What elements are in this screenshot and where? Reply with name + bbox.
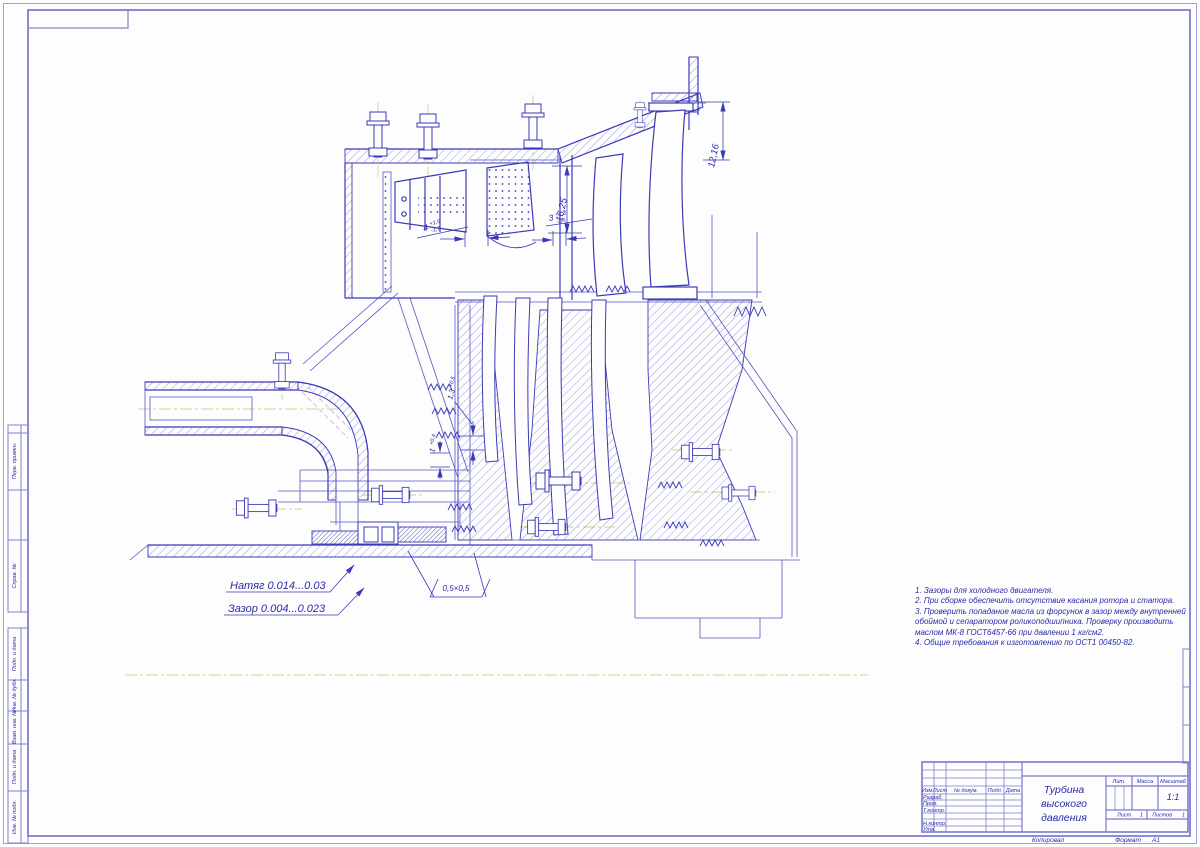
technical-notes: 1. Зазоры для холодного двигателя. 2. Пр… — [915, 586, 1191, 648]
drawing-sheet: Перв. примен. Справ. № Подп. и дата Инв.… — [0, 0, 1200, 847]
stamp-podp-data-2: Подп. и дата — [12, 750, 18, 784]
turbine-section-drawing: 12,16 16,25 3 +1,3 -1,5 4 +1,5 -1,7 1,3 … — [125, 57, 868, 675]
footer-format-value: А1 — [1151, 837, 1160, 844]
footer-copied: Копировал — [1032, 837, 1065, 844]
note-line: обоймой и сепаратором роликоподшипника. … — [915, 617, 1191, 627]
footer-strip: Копировал Формат А1 — [1032, 837, 1161, 844]
roller-bearing — [358, 522, 398, 544]
tb-row-utv: Утв. — [922, 827, 936, 833]
tb-scale-value: 1:1 — [1167, 792, 1180, 802]
dimension-1-tol: 1 +0,4 — [427, 434, 441, 454]
note-line: маслом МК-8 ГОСТ6457-66 при давлении 1 к… — [915, 628, 1191, 638]
tb-col-podp: Подп. — [988, 788, 1003, 794]
stamp-inv-dubl: Инв. № дубл. — [12, 678, 18, 712]
tb-col-list: Лист — [932, 788, 948, 794]
tb-sheets-label: Листов — [1151, 813, 1172, 819]
stamp-vzam-inv: Взам. инв. № — [12, 710, 18, 744]
tb-col-data: Дата — [1005, 788, 1021, 794]
note-line: 1. Зазоры для холодного двигателя. — [915, 586, 1191, 596]
cad-canvas: Перв. примен. Справ. № Подп. и дата Инв.… — [0, 0, 1200, 847]
footer-format-label: Формат — [1115, 837, 1141, 844]
stamp-sprav-no: Справ. № — [12, 563, 18, 588]
svg-text:+0,6: +0,6 — [448, 375, 457, 388]
svg-text:3: 3 — [548, 212, 554, 223]
tb-mass-label: Масса — [1137, 779, 1153, 785]
dimension-12-16: 12,16 — [706, 142, 722, 168]
tb-scale-label: Масштаб — [1160, 779, 1187, 785]
drawing-title: Турбина высокого давления — [1023, 778, 1105, 830]
tb-col-doc: № докум. — [954, 788, 978, 794]
dimension-3-tol: 3 +1,3 -1,5 — [548, 210, 568, 225]
natyag-annotation: Натяг 0.014...0.03 — [230, 580, 326, 592]
tb-sheet-label: Лист — [1116, 813, 1132, 819]
margin-stamps: Перв. примен. Справ. № Подп. и дата Инв.… — [8, 425, 28, 843]
tb-sheets-value: 1 — [1182, 813, 1185, 819]
svg-text:-1,5: -1,5 — [556, 218, 567, 225]
tb-lit-label: Лит. — [1112, 779, 1126, 785]
top-left-cell — [28, 10, 128, 28]
note-line: 4. Общие требования к изготовлению по ОС… — [915, 638, 1191, 648]
stamp-inv-podl: Инв. № подл. — [12, 800, 18, 834]
tb-sheet-value: 1 — [1140, 813, 1143, 819]
right-edge-strip — [1183, 649, 1190, 763]
stamp-podp-data-1: Подп. и дата — [12, 637, 18, 671]
stamp-perv-primen: Перв. примен. — [12, 443, 18, 480]
svg-text:+0,4: +0,4 — [429, 434, 438, 446]
tb-row-prov: Пров. — [923, 801, 938, 807]
tb-row-tkontr: Т.контр. — [923, 808, 945, 814]
svg-text:1: 1 — [427, 447, 437, 453]
zazor-annotation: Зазор 0.004...0.023 — [228, 603, 326, 615]
note-line: 3. Проверить попадание масла из форсунок… — [915, 607, 1191, 617]
note-line: 2. При сборке обеспечить отсутствие каса… — [915, 596, 1191, 606]
chamfer-annotation: 0,5×0,5 — [443, 584, 470, 593]
